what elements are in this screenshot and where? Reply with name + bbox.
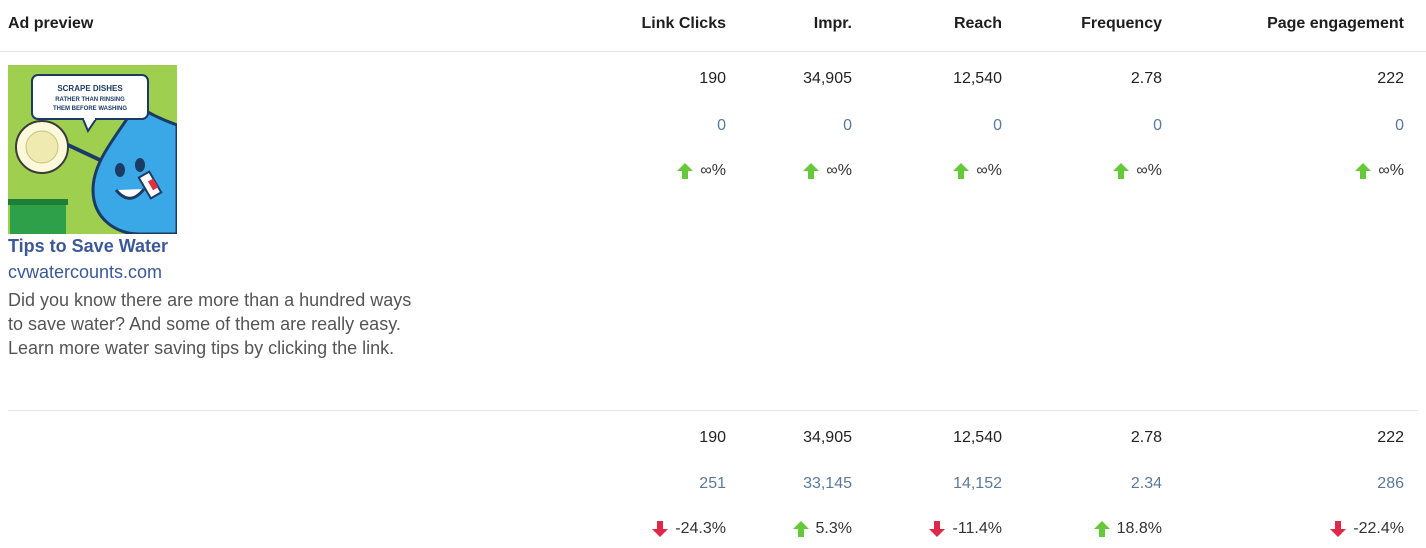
arrow-up-icon [1355, 163, 1372, 179]
arrow-down-icon [1330, 521, 1347, 537]
row-2-page-engagement-value: 222 [1377, 429, 1404, 446]
svg-text:THEM BEFORE WASHING: THEM BEFORE WASHING [53, 106, 127, 112]
ad-preview-header: Ad preview [8, 15, 94, 32]
row-2-link-clicks-value: 190 [699, 429, 726, 446]
row-2-frequency-change: 18.8% [1093, 520, 1162, 538]
row-2-reach-value: 12,540 [953, 429, 1002, 446]
svg-text:RATHER THAN RINSING: RATHER THAN RINSING [55, 97, 125, 103]
page-engagement-header[interactable]: Page engagement [1267, 15, 1404, 33]
row-2-impressions-compare: 33,145 [803, 475, 852, 492]
ad-description: Did you know there are more than a hundr… [8, 290, 412, 358]
ad-title-link[interactable]: Tips to Save Water [8, 236, 168, 257]
row-1-page-engagement-value: 222 [1377, 70, 1404, 87]
ad-domain-link[interactable]: cvwatercounts.com [8, 262, 162, 283]
change-percent: 5.3% [815, 520, 852, 537]
row-1-impressions-change: ∞% [802, 162, 852, 180]
change-percent: ∞% [976, 162, 1002, 179]
row-2-impressions-value: 34,905 [803, 429, 852, 446]
row-1-link-clicks-value: 190 [699, 70, 726, 87]
change-percent: -11.4% [952, 520, 1002, 537]
ad-thumbnail[interactable]: SCRAPE DISHES RATHER THAN RINSING THEM B… [8, 65, 177, 234]
link-clicks-header[interactable]: Link Clicks [642, 15, 726, 33]
arrow-down-icon [652, 521, 669, 537]
row-1-frequency-compare: 0 [1153, 117, 1162, 134]
row-divider [8, 410, 1418, 411]
change-percent: ∞% [1378, 162, 1404, 179]
svg-text:SCRAPE DISHES: SCRAPE DISHES [57, 84, 123, 93]
row-1-link-clicks-change: ∞% [676, 162, 726, 180]
change-percent: -24.3% [675, 520, 726, 537]
row-1-frequency-value: 2.78 [1130, 70, 1162, 87]
change-percent: 18.8% [1116, 520, 1162, 537]
table-header: Ad preview Link Clicks Impr. Reach Frequ… [0, 0, 1426, 52]
arrow-up-icon [1093, 521, 1110, 537]
row-1-page-engagement-compare: 0 [1395, 117, 1404, 134]
row-1-link-clicks-compare: 0 [717, 117, 726, 134]
row-2-page-engagement-change: -22.4% [1329, 520, 1404, 538]
row-2-reach-change: -11.4% [928, 520, 1002, 538]
arrow-up-icon [792, 521, 809, 537]
row-1-reach-value: 12,540 [953, 70, 1002, 87]
row-1-impressions-value: 34,905 [803, 70, 852, 87]
row-1-reach-change: ∞% [952, 162, 1002, 180]
arrow-up-icon [1113, 163, 1130, 179]
row-1-page-engagement-change: ∞% [1354, 162, 1404, 180]
row-2-reach-compare: 14,152 [953, 475, 1002, 492]
row-1-frequency-change: ∞% [1112, 162, 1162, 180]
reach-header[interactable]: Reach [954, 15, 1002, 33]
arrow-down-icon [929, 521, 946, 537]
change-percent: ∞% [826, 162, 852, 179]
change-percent: ∞% [700, 162, 726, 179]
row-1-reach-compare: 0 [993, 117, 1002, 134]
row-1-impressions-compare: 0 [843, 117, 852, 134]
arrow-up-icon [953, 163, 970, 179]
row-2-link-clicks-compare: 251 [699, 475, 726, 492]
row-2-link-clicks-change: -24.3% [651, 520, 726, 538]
frequency-header[interactable]: Frequency [1081, 15, 1162, 33]
arrow-up-icon [803, 163, 820, 179]
ad-image: SCRAPE DISHES RATHER THAN RINSING THEM B… [8, 65, 177, 234]
row-2-frequency-value: 2.78 [1130, 429, 1162, 446]
row-2-impressions-change: 5.3% [792, 520, 852, 538]
impressions-header[interactable]: Impr. [814, 15, 852, 33]
arrow-up-icon [677, 163, 694, 179]
change-percent: ∞% [1136, 162, 1162, 179]
change-percent: -22.4% [1353, 520, 1404, 537]
row-2-page-engagement-compare: 286 [1377, 475, 1404, 492]
row-2-frequency-compare: 2.34 [1130, 475, 1162, 492]
